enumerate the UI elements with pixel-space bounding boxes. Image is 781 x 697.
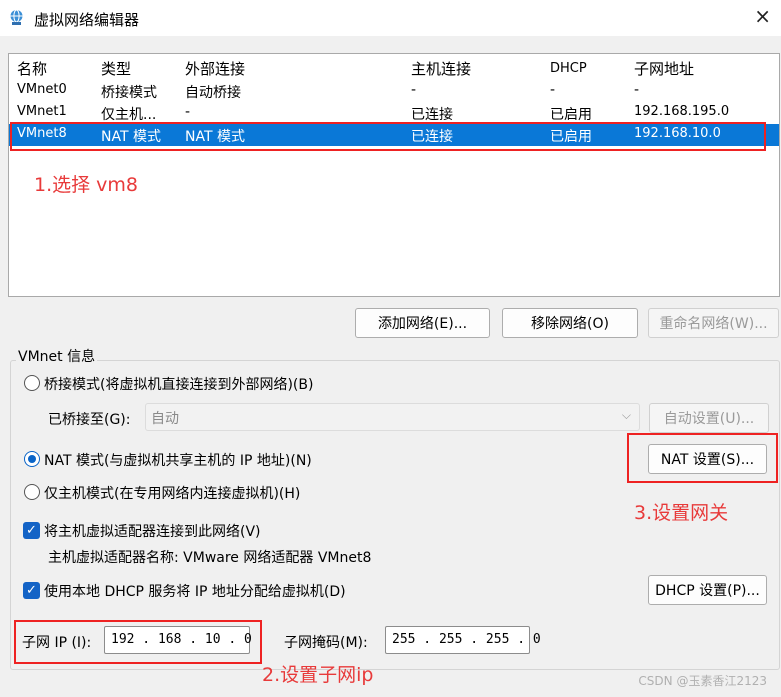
- cell-name: VMnet0: [17, 82, 67, 97]
- annotation-step3: 3.设置网关: [634, 502, 729, 524]
- subnet-mask-input[interactable]: 255 . 255 . 255 . 0: [385, 626, 541, 654]
- dhcp-settings-button[interactable]: DHCP 设置(P)...: [648, 575, 767, 605]
- table-row[interactable]: VMnet1 仅主机... - 已连接 已启用 192.168.195.0: [9, 102, 779, 124]
- col-subnet[interactable]: 子网地址: [634, 58, 694, 79]
- host-only-label: 仅主机模式(在专用网络内连接虚拟机)(H): [44, 486, 301, 502]
- nat-label: NAT 模式(与虚拟机共享主机的 IP 地址)(N): [44, 453, 312, 469]
- cell-host: -: [411, 82, 417, 98]
- highlight-vmnet8: [10, 122, 766, 151]
- annotation-step2: 2.设置子网ip: [262, 664, 374, 686]
- cell-name: VMnet1: [17, 104, 67, 119]
- list-header: 名称 类型 外部连接 主机连接 DHCP 子网地址: [9, 56, 779, 78]
- bridged-to-label: 已桥接至(G):: [48, 412, 131, 428]
- col-host[interactable]: 主机连接: [411, 58, 471, 79]
- add-network-button[interactable]: 添加网络(E)...: [355, 308, 490, 338]
- connect-adapter-label: 将主机虚拟适配器连接到此网络(V): [44, 524, 261, 540]
- bridged-label: 桥接模式(将虚拟机直接连接到外部网络)(B): [44, 377, 314, 393]
- cell-dhcp: 已启用: [550, 107, 592, 123]
- table-row[interactable]: VMnet0 桥接模式 自动桥接 - - -: [9, 80, 779, 102]
- bridged-radio[interactable]: [24, 375, 40, 391]
- watermark: CSDN @玉素香江2123: [638, 674, 767, 688]
- cell-type: 桥接模式: [101, 85, 157, 101]
- window-title: 虚拟网络编辑器: [34, 11, 140, 29]
- host-only-radio[interactable]: [24, 484, 40, 500]
- cell-host: 已连接: [411, 107, 453, 123]
- use-dhcp-checkbox[interactable]: ✓: [23, 582, 40, 599]
- annotation-step1: 1.选择 vm8: [34, 174, 139, 196]
- vmware-network-icon: [10, 9, 23, 25]
- subnet-ip-label: 子网 IP (I):: [22, 635, 92, 651]
- close-icon[interactable]: ×: [754, 4, 771, 28]
- title-bar: 虚拟网络编辑器 ×: [0, 0, 781, 36]
- vmnet-info-label: VMnet 信息: [16, 346, 98, 366]
- cell-dhcp: -: [550, 82, 556, 98]
- col-type[interactable]: 类型: [101, 58, 131, 79]
- cell-external: -: [185, 104, 191, 120]
- nat-radio[interactable]: [24, 451, 40, 467]
- cell-external: 自动桥接: [185, 85, 241, 101]
- rename-network-button[interactable]: 重命名网络(W)...: [648, 308, 779, 338]
- adapter-name-label: 主机虚拟适配器名称: VMware 网络适配器 VMnet8: [48, 550, 372, 566]
- use-dhcp-label: 使用本地 DHCP 服务将 IP 地址分配给虚拟机(D): [44, 584, 346, 600]
- cell-type: 仅主机...: [101, 107, 157, 123]
- col-dhcp[interactable]: DHCP: [550, 61, 587, 76]
- connect-adapter-checkbox[interactable]: ✓: [23, 522, 40, 539]
- col-external[interactable]: 外部连接: [185, 58, 245, 79]
- auto-settings-button[interactable]: 自动设置(U)...: [649, 403, 769, 433]
- nat-settings-button[interactable]: NAT 设置(S)...: [648, 444, 767, 474]
- subnet-ip-input[interactable]: 192 . 168 . 10 . 0: [104, 626, 252, 654]
- cell-subnet: 192.168.195.0: [634, 104, 730, 119]
- col-name[interactable]: 名称: [17, 58, 47, 79]
- subnet-mask-label: 子网掩码(M):: [284, 635, 368, 651]
- bridged-to-select[interactable]: 自动 ⌵: [145, 403, 640, 431]
- remove-network-button[interactable]: 移除网络(O): [502, 308, 638, 338]
- cell-subnet: -: [634, 82, 640, 98]
- chevron-down-icon: ⌵: [621, 408, 631, 422]
- bridged-to-value: 自动: [151, 411, 179, 427]
